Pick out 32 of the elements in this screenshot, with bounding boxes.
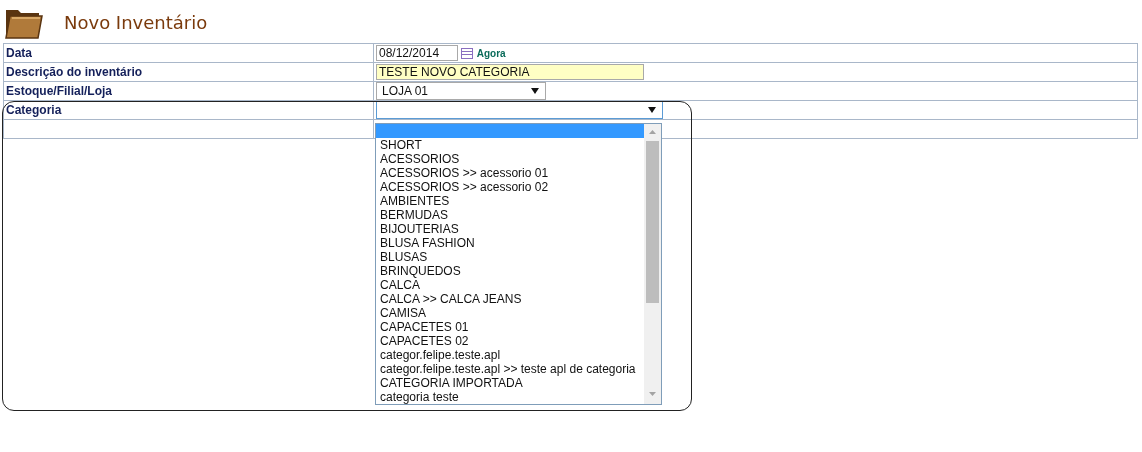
dropdown-option[interactable]: ACESSORIOS [376,152,644,166]
dropdown-option[interactable]: ACESSORIOS >> acessorio 02 [376,180,644,194]
dropdown-option[interactable]: CAPACETES 02 [376,334,644,348]
page-title: Novo Inventário [64,12,208,33]
dropdown-option[interactable]: BERMUDAS [376,208,644,222]
dropdown-option[interactable]: BLUSA FASHION [376,236,644,250]
dropdown-option[interactable]: categoria teste [376,390,644,404]
calendar-icon[interactable] [461,47,474,59]
field-label: Descrição do inventário [6,65,143,79]
caret-icon [531,88,539,94]
dropdown-option[interactable]: BRINQUEDOS [376,264,644,278]
now-link[interactable]: Agora [476,47,506,59]
caret-icon [648,107,656,113]
field-label: Estoque/Filial/Loja [6,84,112,98]
dropdown-option[interactable]: BLUSAS [376,250,644,264]
dropdown-option[interactable]: CALCA >> CALCA JEANS [376,292,644,306]
dropdown-option[interactable]: CAMISA [376,306,644,320]
dropdown-option[interactable]: SHORT [376,138,644,152]
dropdown-option[interactable]: CAPACETES 01 [376,320,644,334]
dropdown-option[interactable]: CATEGORIA IMPORTADA [376,376,644,390]
field-label: Categoria [6,103,62,117]
dropdown-option[interactable]: BIJOUTERIAS [376,222,644,236]
dropdown[interactable]: LOJA 01 [376,82,546,100]
dropdown-option[interactable]: AMBIENTES [376,194,644,208]
scrollbar[interactable] [644,124,661,404]
date-field[interactable]: 08/12/2014 [376,45,458,61]
description-field[interactable]: TESTE NOVO CATEGORIA [376,64,644,80]
dropdown-option[interactable]: categor.felipe.teste.apl [376,348,644,362]
field-label: Data [6,46,32,60]
dropdown-option[interactable]: ACESSORIOS >> acessorio 01 [376,166,644,180]
dropdown-option[interactable]: CALCA [376,278,644,292]
dropdown-option[interactable]: categor.felipe.teste.apl >> teste apl de categoria [376,362,644,376]
